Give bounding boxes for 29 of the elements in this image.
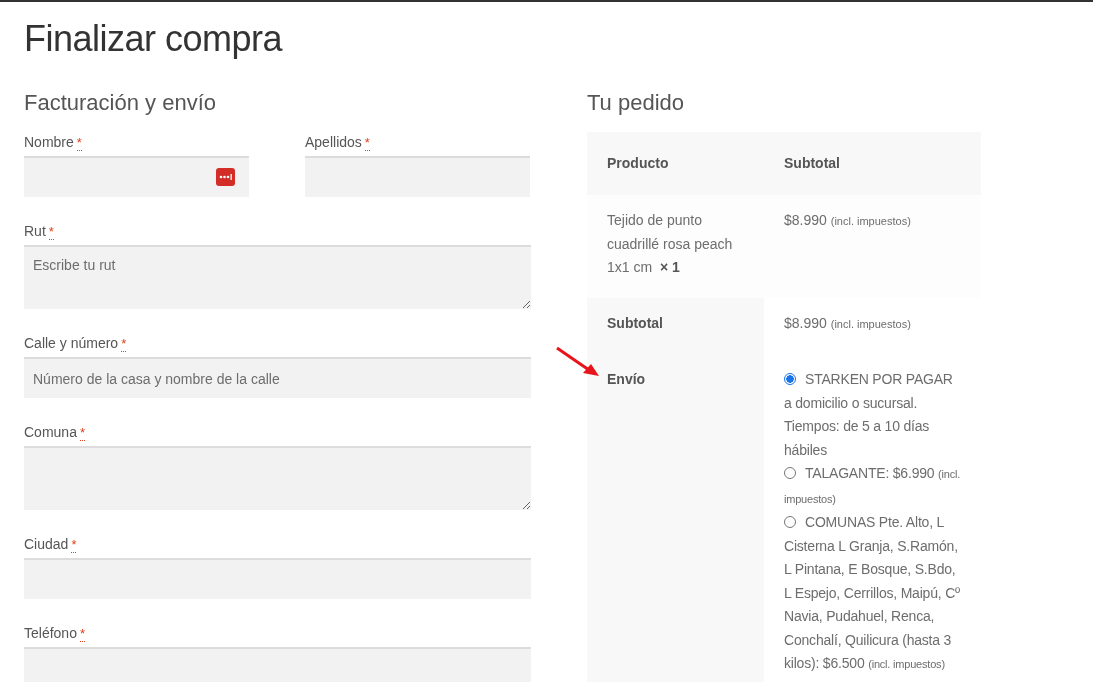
arrow-icon bbox=[555, 346, 601, 378]
shipping-label: Envío bbox=[607, 371, 646, 387]
field-label: Ciudad * bbox=[24, 535, 77, 555]
shipping-option[interactable]: COMUNAS Pte. Alto, L Cisterna L Granja, S.Ramón, L Pintana, E Bosque, S.Bdo, L Espejo, Cerrillos, Maipú, Cº Navia, Pudahuel, Renca, Conchalí, Quilicura (hasta 3 kilos): $6.500 (incl. impuestos) bbox=[784, 511, 963, 677]
input-field[interactable] bbox=[24, 446, 531, 510]
field-label: Comuna * bbox=[24, 423, 85, 443]
dots-icon[interactable] bbox=[216, 168, 235, 186]
page-title: Finalizar compra bbox=[24, 17, 284, 61]
input-field[interactable] bbox=[24, 647, 531, 682]
radio-button[interactable] bbox=[784, 373, 796, 385]
radio-button[interactable] bbox=[784, 467, 796, 479]
column-header: Producto bbox=[587, 132, 764, 195]
field-label: Rut * bbox=[24, 222, 54, 242]
field-label: Teléfono * bbox=[24, 624, 85, 644]
input-field[interactable] bbox=[24, 156, 249, 197]
radio-button[interactable] bbox=[784, 516, 796, 528]
input-field[interactable]: Escribe tu rut bbox=[24, 245, 531, 309]
field-label: Apellidos * bbox=[305, 133, 370, 153]
input-field[interactable] bbox=[305, 156, 530, 197]
shipping-option[interactable]: STARKEN POR PAGAR a domicilio o sucursal. Tiempos: de 5 a 10 días hábiles bbox=[784, 368, 963, 462]
shipping-option[interactable]: TALAGANTE: $6.990 (incl. impuestos) bbox=[784, 462, 963, 511]
billing-heading: Facturación y envío bbox=[24, 90, 217, 116]
subtotal-label: Subtotal bbox=[587, 297, 764, 354]
input-field[interactable] bbox=[24, 558, 531, 599]
field-label: Calle y número * bbox=[24, 334, 127, 354]
field-label: Nombre * bbox=[24, 133, 82, 153]
input-field[interactable]: Número de la casa y nombre de la calle bbox=[24, 357, 531, 398]
column-header: Subtotal bbox=[764, 132, 981, 195]
order-heading: Tu pedido bbox=[587, 90, 686, 116]
